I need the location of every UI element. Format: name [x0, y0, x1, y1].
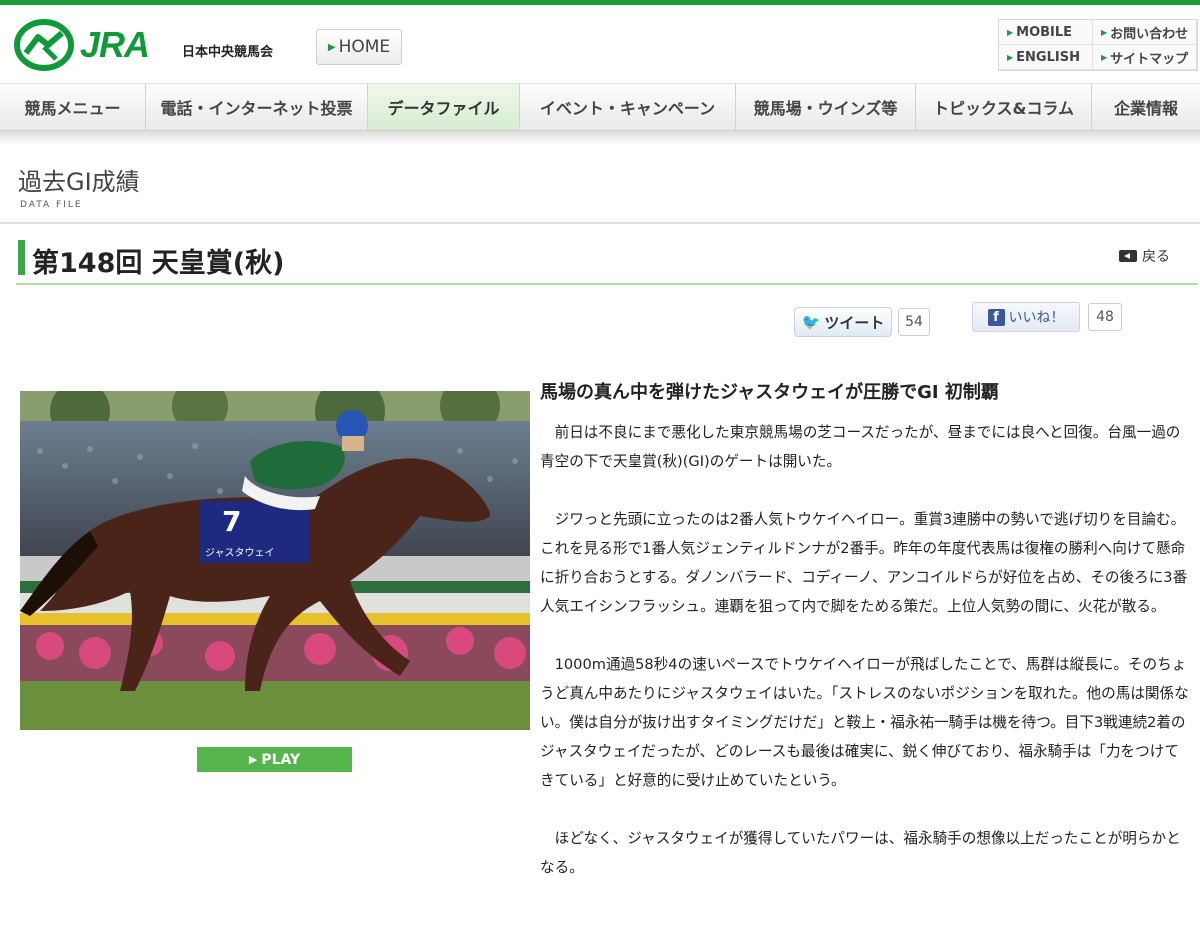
article-body: 前日は不良にまで悪化した東京競馬場の芝コースだったが、昼までには良へと回復。台風… [540, 418, 1190, 911]
article-paragraph: 1000m通過58秒4の速いペースでトウケイヘイローが飛ばしたことで、馬群は縦長… [540, 656, 1189, 789]
article-paragraph: ジワっと先頭に立ったのは2番人気トウケイヘイロー。重賞3連勝中の勢いで逃げ切りを… [540, 511, 1188, 615]
util-link-label: お問い合わせ [1110, 26, 1189, 42]
like-label: いいね！ [1008, 310, 1065, 326]
util-link-english[interactable]: ▶ ENGLISH [999, 45, 1093, 70]
divider [16, 283, 1198, 285]
play-label: PLAY [261, 751, 301, 768]
logo-text: JRA [80, 24, 150, 65]
nav-item-racecourses[interactable]: 競馬場・ウインズ等 [736, 84, 916, 130]
arrow-right-icon: ▶ [1007, 27, 1014, 37]
util-link-label: サイトマップ [1110, 51, 1189, 67]
nav-item-keiba-menu[interactable]: 競馬メニュー [0, 84, 146, 130]
article-headline: 馬場の真ん中を弾けたジャスタウェイが圧勝でGI 初制覇 [540, 382, 999, 403]
race-photo[interactable]: 7 ジャスタウェイ [20, 391, 530, 730]
util-link-label: ENGLISH [1016, 49, 1080, 65]
nav-item-topics[interactable]: トピックス&コラム [916, 84, 1092, 130]
tweet-count: 54 [898, 308, 930, 336]
twitter-bird-icon: 🐦 [801, 313, 821, 331]
org-name: 日本中央競馬会 [182, 45, 274, 60]
arrow-right-icon: ▶ [1101, 27, 1108, 37]
section-subtitle: DATA FILE [20, 200, 83, 210]
arrow-right-icon: ▶ [1007, 52, 1014, 62]
home-label: HOME [338, 37, 391, 57]
back-icon [1119, 250, 1137, 262]
jra-logo[interactable]: JRA [14, 19, 150, 71]
tweet-label: ツイート [824, 313, 885, 332]
jra-logo-icon [14, 19, 74, 71]
saddle-number: 7 [222, 505, 241, 538]
nav-item-company[interactable]: 企業情報 [1092, 84, 1200, 130]
home-button[interactable]: ▶ HOME [316, 29, 402, 65]
like-count: 48 [1088, 303, 1122, 331]
facebook-like-button[interactable]: f いいね！ [972, 302, 1080, 332]
section-title: 過去GI成績 [18, 168, 140, 196]
saddle-horse-name: ジャスタウェイ [205, 547, 275, 559]
util-link-label: MOBILE [1016, 24, 1073, 40]
global-nav: 競馬メニュー 電話・インターネット投票 データファイル イベント・キャンペーン … [0, 83, 1200, 131]
arrow-right-icon: ▶ [1101, 52, 1108, 62]
video-icon: ▶ [248, 753, 258, 766]
tweet-button[interactable]: 🐦 ツイート [794, 307, 892, 337]
util-link-contact[interactable]: ▶ お問い合わせ [1093, 20, 1197, 45]
nav-shadow [0, 131, 1200, 145]
page-title: 第148回 天皇賞(秋) [32, 248, 285, 279]
article-paragraph: ほどなく、ジャスタウェイが獲得していたパワーは、福永騎手の想像以上だったことが明… [540, 830, 1181, 876]
title-accent-bar [18, 240, 25, 275]
video-play-button[interactable]: ▶ PLAY [197, 747, 352, 772]
util-link-sitemap[interactable]: ▶ サイトマップ [1093, 45, 1197, 70]
back-link[interactable]: 戻る [1119, 246, 1170, 266]
facebook-icon: f [987, 308, 1005, 326]
site-header: JRA 日本中央競馬会 ▶ HOME ▶ MOBILE ▶ お問い合わせ ▶ ENGL… [0, 5, 1200, 83]
utility-links: ▶ MOBILE ▶ お問い合わせ ▶ ENGLISH ▶ サイトマップ [998, 19, 1198, 71]
race-photo-image: 7 ジャスタウェイ [20, 391, 530, 730]
nav-item-events[interactable]: イベント・キャンペーン [520, 84, 736, 130]
util-link-mobile[interactable]: ▶ MOBILE [999, 20, 1093, 45]
divider [0, 222, 1200, 224]
back-label: 戻る [1142, 249, 1170, 265]
article-paragraph: 前日は不良にまで悪化した東京競馬場の芝コースだったが、昼までには良へと回復。台風… [540, 424, 1181, 470]
nav-item-voting[interactable]: 電話・インターネット投票 [146, 84, 368, 130]
arrow-right-icon: ▶ [327, 41, 336, 53]
nav-item-data-file[interactable]: データファイル [368, 84, 520, 130]
